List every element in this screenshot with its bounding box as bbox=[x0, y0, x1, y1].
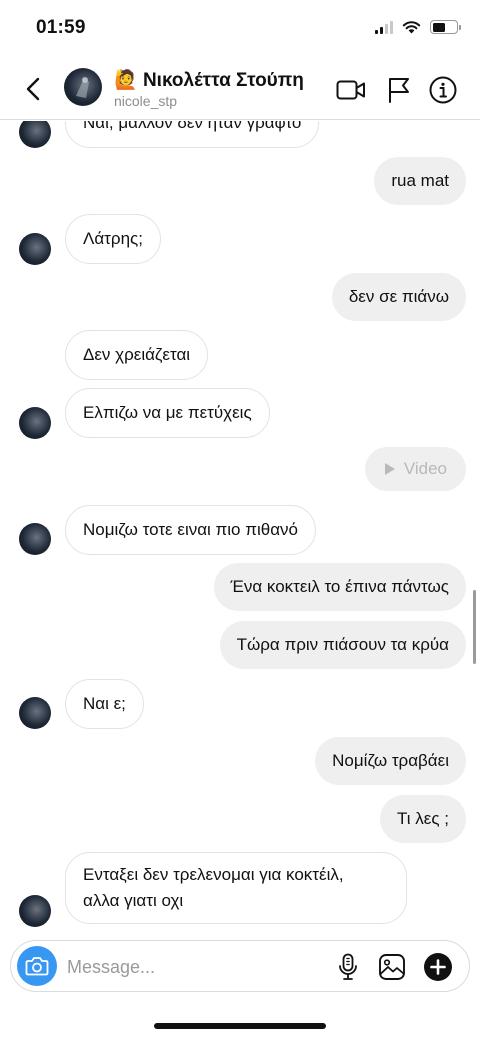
contact-avatar[interactable] bbox=[64, 68, 102, 106]
play-icon bbox=[384, 463, 395, 475]
video-call-button[interactable] bbox=[334, 73, 368, 107]
sender-avatar bbox=[19, 523, 51, 555]
scrollbar[interactable] bbox=[473, 590, 476, 664]
status-time: 01:59 bbox=[36, 17, 86, 38]
incoming-message[interactable]: Ναι ε; bbox=[65, 679, 144, 729]
incoming-message[interactable]: Ελπιζω να με πετύχεις bbox=[65, 388, 270, 438]
microphone-icon bbox=[339, 953, 357, 980]
chat-header: 🙋 Νικολέττα Στούπη nicole_stp bbox=[0, 58, 480, 120]
flag-icon bbox=[389, 78, 409, 103]
incoming-message[interactable]: Δεν χρειάζεται bbox=[65, 330, 209, 380]
status-icons bbox=[375, 20, 461, 34]
incoming-message[interactable]: Λάτρης; bbox=[65, 214, 161, 264]
chevron-left-icon bbox=[26, 77, 40, 101]
outgoing-message[interactable]: Ένα κοκτειλ το έπινα πάντως bbox=[213, 563, 466, 611]
gallery-icon bbox=[379, 954, 405, 980]
message-input[interactable] bbox=[67, 954, 307, 980]
outgoing-message[interactable]: Τώρα πριν πιάσουν τα κρύα bbox=[219, 621, 466, 669]
video-label: Video bbox=[403, 459, 447, 478]
contact-emoji: 🙋 bbox=[114, 70, 138, 91]
info-icon bbox=[429, 76, 457, 104]
sender-avatar bbox=[19, 121, 51, 148]
outgoing-message[interactable]: Νομίζω τραβάει bbox=[315, 737, 466, 785]
battery-icon bbox=[430, 20, 461, 34]
message-thread[interactable]: Ναι, μαλλον δεν ηταν γραφτο rua mat Λάτρ… bbox=[0, 121, 480, 936]
report-flag-button[interactable] bbox=[382, 73, 416, 107]
wifi-icon bbox=[402, 21, 421, 34]
outgoing-message[interactable]: Τι λες ; bbox=[380, 795, 466, 843]
voice-message-button[interactable] bbox=[331, 950, 365, 984]
outgoing-message[interactable]: δεν σε πιάνω bbox=[331, 273, 466, 321]
back-button[interactable] bbox=[20, 72, 46, 106]
avatar-image bbox=[76, 77, 89, 98]
camera-button[interactable] bbox=[17, 946, 57, 986]
sender-avatar bbox=[19, 697, 51, 729]
contact-username: nicole_stp bbox=[114, 93, 178, 109]
contact-name-text: Νικολέττα Στούπη bbox=[142, 70, 304, 91]
signal-icon bbox=[375, 20, 393, 34]
plus-icon bbox=[424, 953, 452, 981]
video-message[interactable]: Video bbox=[364, 447, 466, 491]
sender-avatar bbox=[19, 407, 51, 439]
message-line: Ενταξει δεν τρελενομαι για κοκτέιλ, bbox=[83, 865, 344, 884]
status-bar: 01:59 bbox=[0, 0, 480, 58]
outgoing-message[interactable]: rua mat bbox=[374, 157, 466, 205]
camera-icon bbox=[25, 957, 49, 976]
incoming-message[interactable]: Ναι, μαλλον δεν ηταν γραφτο bbox=[65, 121, 320, 148]
message-line: αλλα γιατι οχι bbox=[83, 891, 184, 910]
sender-avatar bbox=[19, 895, 51, 927]
video-camera-icon bbox=[336, 80, 365, 100]
sender-avatar bbox=[19, 233, 51, 265]
message-composer bbox=[10, 940, 470, 992]
gallery-button[interactable] bbox=[375, 950, 409, 984]
contact-name[interactable]: 🙋 Νικολέττα Στούπη bbox=[114, 68, 304, 92]
home-indicator[interactable] bbox=[154, 1023, 326, 1029]
more-button[interactable] bbox=[421, 950, 455, 984]
incoming-message[interactable]: Νομιζω τοτε ειναι πιο πιθανό bbox=[65, 505, 316, 555]
info-button[interactable] bbox=[426, 73, 460, 107]
incoming-message[interactable]: Ενταξει δεν τρελενομαι για κοκτέιλ, αλλα… bbox=[65, 852, 407, 924]
